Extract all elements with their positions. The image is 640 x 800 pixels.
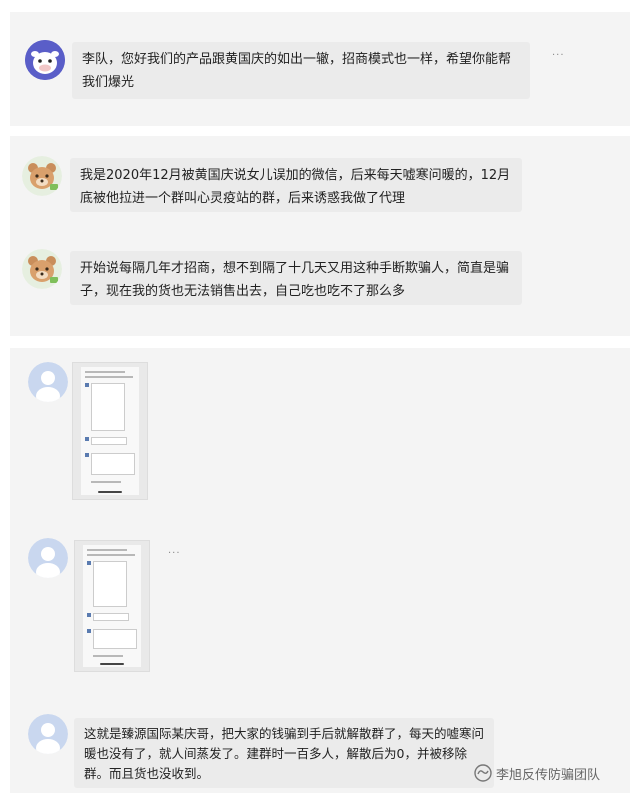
bear-avatar-icon[interactable] — [22, 249, 62, 289]
wechat-channel-icon — [474, 764, 492, 782]
chat-screenshot-image[interactable] — [72, 362, 148, 500]
message-card-1: 李队，您好我们的产品跟黄国庆的如出一辙，招商模式也一样，希望你能帮我们爆光 ··… — [10, 12, 630, 126]
cow-avatar-icon[interactable] — [25, 40, 65, 80]
default-user-avatar-icon[interactable] — [28, 362, 68, 402]
watermark-label: 李旭反传防骗团队 — [496, 767, 601, 783]
more-icon[interactable]: ··· — [552, 50, 565, 61]
default-user-avatar-icon[interactable] — [28, 714, 68, 754]
more-icon[interactable]: ··· — [168, 548, 181, 559]
message-bubble: 这就是臻源国际某庆哥，把大家的钱骗到手后就解散群了，每天的嘘寒问暖也没有了，就人… — [74, 718, 494, 788]
bear-avatar-icon[interactable] — [22, 156, 62, 196]
watermark: 李旭反传防骗团队 — [474, 763, 600, 783]
message-card-2: 我是2020年12月被黄国庆说女儿误加的微信，后来每天嘘寒问暖的，12月底被他拉… — [10, 136, 630, 336]
default-user-avatar-icon[interactable] — [28, 538, 68, 578]
chat-screenshot-image[interactable] — [74, 540, 150, 672]
message-bubble: 我是2020年12月被黄国庆说女儿误加的微信，后来每天嘘寒问暖的，12月底被他拉… — [70, 158, 522, 212]
message-card-3: ··· 这就是臻源国际某庆哥，把大家的钱骗到手后就解散群了，每天的嘘寒问暖也没有… — [10, 348, 630, 793]
message-bubble: 开始说每隔几年才招商，想不到隔了十几天又用这种手断欺骗人，简直是骗子，现在我的货… — [70, 251, 522, 305]
message-bubble: 李队，您好我们的产品跟黄国庆的如出一辙，招商模式也一样，希望你能帮我们爆光 — [72, 42, 530, 99]
